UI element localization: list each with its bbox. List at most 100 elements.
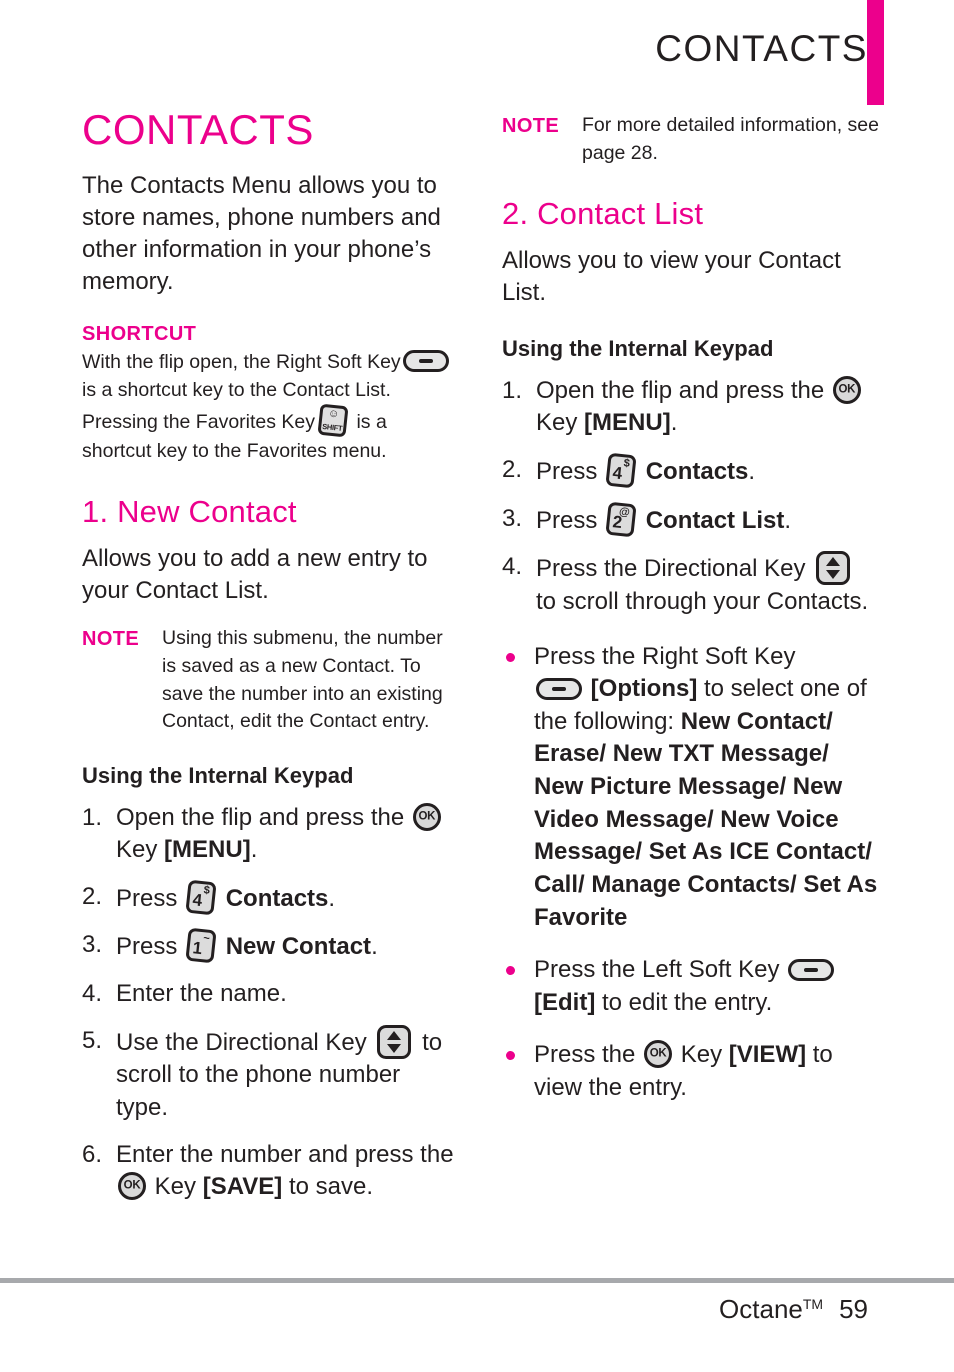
step-item: 1. Open the flip and press the OK Key [M… (502, 375, 880, 440)
bullet-text: to edit the entry. (601, 988, 773, 1016)
section-2-description: Allows you to view your Contact List. (502, 247, 841, 307)
bullet-text: Press the Right Soft Key (534, 642, 796, 670)
number-key-1-icon: 1 ~ (185, 928, 217, 964)
bullet-text: Press the (534, 1041, 636, 1069)
shortcut-label: SHORTCUT (82, 322, 197, 345)
step-number: 1. (82, 803, 103, 831)
step-text: to scroll through your Contacts. (536, 587, 869, 615)
step-text: Use the Directional Key (116, 1028, 367, 1056)
keypad-heading-right: Using the Internal Keypad (502, 336, 774, 362)
number-key-digit: 1 (191, 938, 204, 959)
number-key-symbol: @ (618, 505, 631, 519)
note-tag: NOTE (82, 628, 140, 651)
step-text: . (371, 933, 378, 961)
shift-key-label: SHIFT (321, 421, 343, 433)
header-accent-bar (867, 0, 884, 105)
step-emphasis: [MENU] (164, 836, 251, 864)
shift-key-icon: ☺ SHIFT (317, 403, 349, 438)
shortcut-paragraph: With the flip open, the Right Soft Key i… (82, 348, 454, 466)
footer-trademark: TM (802, 1296, 824, 1312)
header-chapter-title: CONTACTS (655, 28, 868, 69)
step-item: 2. Press 4 $ Contacts. (82, 879, 454, 916)
page-header: CONTACTS (0, 0, 954, 108)
footer: OctaneTM 59 (719, 1294, 868, 1325)
step-text: . (250, 836, 258, 864)
number-key-2-icon: 2 @ (605, 501, 637, 538)
step-text: . (784, 506, 792, 534)
number-key-symbol: ~ (202, 932, 211, 946)
arrow-down-icon (826, 570, 841, 580)
note-text: Using this submenu, the number is saved … (162, 627, 443, 733)
step-emphasis: Contact List (645, 506, 785, 534)
step-item: 1. Open the flip and press the OK Key [M… (82, 802, 454, 867)
right-column: NOTE For more detailed information, see … (502, 108, 880, 1125)
ok-key-icon: OK (832, 375, 861, 404)
number-key-4-icon: 4 $ (605, 452, 637, 489)
step-text: . (670, 409, 678, 437)
step-number: 3. (82, 931, 103, 959)
step-text: to save. (288, 1173, 373, 1201)
bullet-text: Press the Left Soft Key (534, 956, 780, 984)
step-emphasis: [MENU] (584, 409, 671, 437)
step-number: 5. (82, 1026, 103, 1054)
shift-key-glyph: ☺ (327, 407, 340, 421)
note-block-right: NOTE For more detailed information, see … (502, 112, 880, 167)
step-item: 5. Use the Directional Key to scroll to … (82, 1024, 454, 1125)
step-item: 6. Enter the number and press the OK Key… (82, 1139, 454, 1204)
shortcut-text-1: With the flip open, the Right Soft Key (82, 350, 401, 373)
step-text: Press (536, 458, 598, 486)
step-number: 2. (502, 456, 523, 484)
number-key-digit: 4 (611, 463, 624, 484)
bullet-item: Press the Left Soft Key [Edit] to edit t… (502, 954, 880, 1019)
soft-key-icon (402, 349, 449, 372)
step-item: 2. Press 4 $ Contacts. (502, 452, 880, 489)
number-key-digit: 4 (191, 889, 204, 910)
ok-key-label: OK (418, 809, 436, 822)
step-number: 2. (82, 882, 103, 910)
step-number: 6. (82, 1140, 103, 1168)
step-text: Key (536, 409, 578, 437)
number-key-4-icon: 4 $ (185, 879, 217, 916)
step-text: Press (536, 506, 598, 534)
page-title: CONTACTS (82, 106, 314, 153)
left-column: CONTACTS The Contacts Menu allows you to… (82, 106, 454, 1218)
step-text: Enter the number and press the (116, 1140, 454, 1168)
footer-divider (0, 1278, 954, 1283)
ok-key-icon: OK (412, 802, 441, 831)
step-item: 3. Press 2 @ Contact List. (502, 501, 880, 538)
step-item: 4. Enter the name. (82, 978, 454, 1011)
step-emphasis: New Contact (225, 933, 372, 961)
note-block-left: NOTE Using this submenu, the number is s… (82, 625, 454, 736)
step-text: Open the flip and press the (536, 376, 825, 404)
step-emphasis: [SAVE] (202, 1173, 283, 1201)
step-text: Press the Directional Key (536, 555, 806, 583)
ok-key-icon: OK (644, 1040, 673, 1069)
section-1-description: Allows you to add a new entry to your Co… (82, 545, 428, 605)
step-text: Press (116, 884, 178, 912)
bullet-dot-icon (506, 652, 515, 662)
step-text: . (748, 458, 756, 486)
ok-key-icon: OK (118, 1172, 146, 1201)
note-tag: NOTE (502, 115, 560, 137)
step-text: Enter the name. (116, 980, 287, 1007)
soft-key-icon (536, 678, 582, 701)
step-number: 1. (502, 376, 523, 404)
bullet-emphasis: [Edit] (534, 988, 596, 1016)
directional-key-icon (377, 1024, 412, 1059)
bullet-item: Press the OK Key [VIEW] to view the entr… (502, 1039, 880, 1104)
number-key-symbol: $ (203, 884, 211, 897)
bullet-item: Press the Right Soft Key [Options] to se… (502, 641, 880, 935)
step-number: 3. (502, 504, 523, 532)
bullet-emphasis: [VIEW] (728, 1041, 807, 1069)
ok-key-label: OK (838, 383, 856, 396)
step-emphasis: Contacts (645, 458, 749, 486)
keypad-heading-left: Using the Internal Keypad (82, 763, 354, 788)
section-1-heading: 1. New Contact (82, 494, 297, 530)
step-text: Key (116, 836, 158, 864)
options-bullet-list: Press the Right Soft Key [Options] to se… (502, 641, 880, 1105)
note-text: For more detailed information, see page … (582, 114, 879, 164)
step-emphasis: Contacts (225, 884, 329, 912)
footer-product-name: Octane (719, 1294, 803, 1324)
step-item: 4. Press the Directional Key to scroll t… (502, 551, 880, 618)
step-item: 3. Press 1 ~ New Contact. (82, 928, 454, 964)
